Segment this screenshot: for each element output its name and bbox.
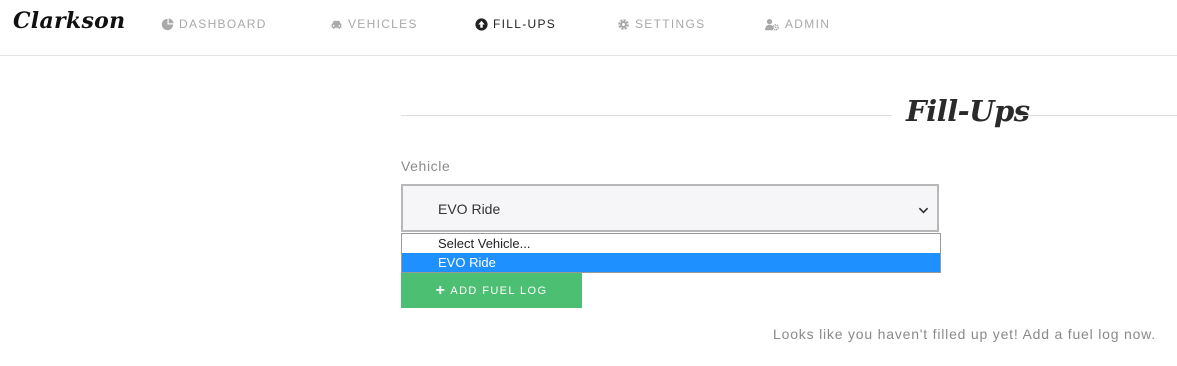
page-title: Fill-Ups: [906, 94, 1030, 128]
nav-label-vehicles: VEHICLES: [348, 17, 418, 31]
plus-icon: +: [435, 281, 447, 299]
brand-logo[interactable]: Clarkson: [13, 8, 125, 34]
title-divider-left: [401, 115, 892, 116]
dropdown-option-select-vehicle[interactable]: Select Vehicle...: [402, 234, 940, 253]
top-navbar: Clarkson DASHBOARD VEHICLES FILL-UPS SET…: [0, 0, 1177, 56]
dropdown-option-evo-ride[interactable]: EVO Ride: [402, 253, 940, 272]
nav-label-dashboard: DASHBOARD: [179, 17, 267, 31]
title-divider-right: [1019, 115, 1177, 116]
nav-label-fill-ups: FILL-UPS: [493, 17, 557, 31]
nav-label-admin: ADMIN: [785, 17, 831, 31]
nav-label-settings: SETTINGS: [635, 17, 706, 31]
user-gear-icon: [764, 18, 780, 31]
gear-icon: [617, 18, 630, 31]
car-icon: [330, 18, 343, 31]
arrow-circle-up-icon: [475, 17, 488, 31]
nav-item-dashboard[interactable]: DASHBOARD: [161, 16, 267, 32]
empty-state-message: Looks like you haven't filled up yet! Ad…: [773, 326, 1156, 342]
add-fuel-log-label: ADD FUEL LOG: [450, 284, 548, 297]
nav-item-vehicles[interactable]: VEHICLES: [330, 16, 418, 32]
nav-item-fill-ups[interactable]: FILL-UPS: [475, 16, 556, 32]
vehicle-select-value: EVO Ride: [438, 201, 501, 217]
chevron-down-icon: [918, 203, 929, 214]
vehicle-select[interactable]: EVO Ride: [401, 184, 939, 232]
nav-item-admin[interactable]: ADMIN: [764, 16, 830, 32]
vehicle-field-label: Vehicle: [401, 158, 451, 174]
add-fuel-log-button[interactable]: + ADD FUEL LOG: [401, 273, 582, 308]
vehicle-dropdown-list: Select Vehicle... EVO Ride: [401, 233, 941, 273]
nav-item-settings[interactable]: SETTINGS: [617, 16, 705, 32]
pie-chart-icon: [161, 17, 174, 31]
